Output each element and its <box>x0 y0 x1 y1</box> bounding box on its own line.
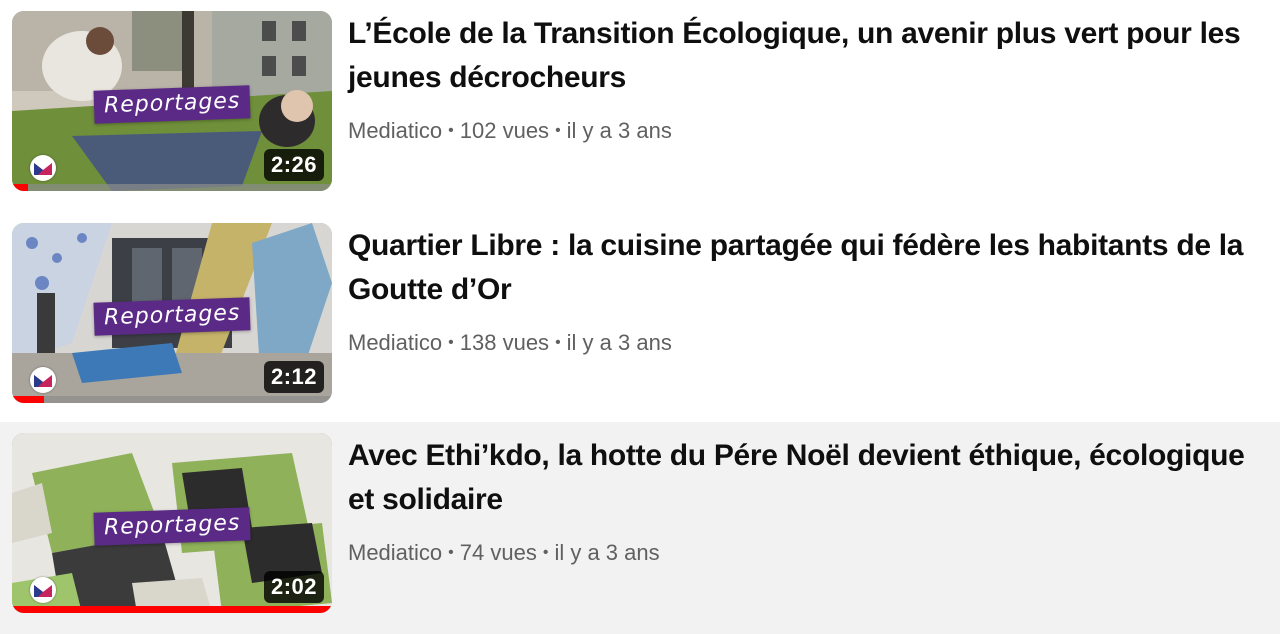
video-thumbnail[interactable]: Reportages 2:26 <box>12 11 332 191</box>
duration-badge: 2:02 <box>263 571 324 603</box>
duration-badge: 2:12 <box>263 361 324 393</box>
video-title[interactable]: L’École de la Transition Écologique, un … <box>348 12 1268 100</box>
video-title[interactable]: Avec Ethi’kdo, la hotte du Pére Noël dev… <box>348 434 1268 522</box>
reportages-badge: Reportages <box>93 297 251 336</box>
dot-separator: • <box>448 334 454 351</box>
mediatico-logo-icon <box>30 367 56 393</box>
publish-age: il y a 3 ans <box>566 118 672 143</box>
watch-progress-bar <box>12 606 332 613</box>
video-info: Quartier Libre : la cuisine partagée qui… <box>348 224 1268 358</box>
channel-name[interactable]: Mediatico <box>348 118 442 143</box>
mediatico-logo-icon <box>30 155 56 181</box>
video-row[interactable]: Reportages 2:26 L’École de la Transition… <box>0 0 1280 212</box>
dot-separator: • <box>542 544 549 561</box>
view-count: 102 vues <box>459 118 550 143</box>
mediatico-logo-icon <box>30 577 56 603</box>
watch-progress-bar <box>12 396 332 403</box>
video-metadata: Mediatico • 138 vues • il y a 3 ans <box>348 328 1268 358</box>
video-info: Avec Ethi’kdo, la hotte du Pére Noël dev… <box>348 434 1268 568</box>
duration-badge: 2:26 <box>263 149 324 181</box>
video-info: L’École de la Transition Écologique, un … <box>348 12 1268 146</box>
watch-progress-fill <box>12 606 332 613</box>
video-title[interactable]: Quartier Libre : la cuisine partagée qui… <box>348 224 1268 312</box>
video-row[interactable]: Reportages 2:02 Avec Ethi’kdo, la hotte … <box>0 422 1280 634</box>
channel-name[interactable]: Mediatico <box>348 540 442 565</box>
view-count: 138 vues <box>459 330 550 355</box>
reportages-badge: Reportages <box>93 507 251 546</box>
video-thumbnail[interactable]: Reportages 2:12 <box>12 223 332 403</box>
dot-separator: • <box>448 544 454 561</box>
publish-age: il y a 3 ans <box>566 330 672 355</box>
video-thumbnail[interactable]: Reportages 2:02 <box>12 433 332 613</box>
watch-progress-fill <box>12 396 44 403</box>
dot-separator: • <box>555 122 561 139</box>
channel-name[interactable]: Mediatico <box>348 330 442 355</box>
view-count: 74 vues <box>459 540 537 565</box>
dot-separator: • <box>448 122 454 139</box>
dot-separator: • <box>555 334 561 351</box>
reportages-badge: Reportages <box>93 85 251 124</box>
video-metadata: Mediatico • 74 vues • il y a 3 ans <box>348 538 1268 568</box>
video-metadata: Mediatico • 102 vues • il y a 3 ans <box>348 116 1268 146</box>
video-list: Reportages 2:26 L’École de la Transition… <box>0 0 1280 634</box>
video-row[interactable]: Reportages 2:12 Quartier Libre : la cuis… <box>0 212 1280 424</box>
publish-age: il y a 3 ans <box>554 540 660 565</box>
watch-progress-fill <box>12 184 28 191</box>
watch-progress-bar <box>12 184 332 191</box>
